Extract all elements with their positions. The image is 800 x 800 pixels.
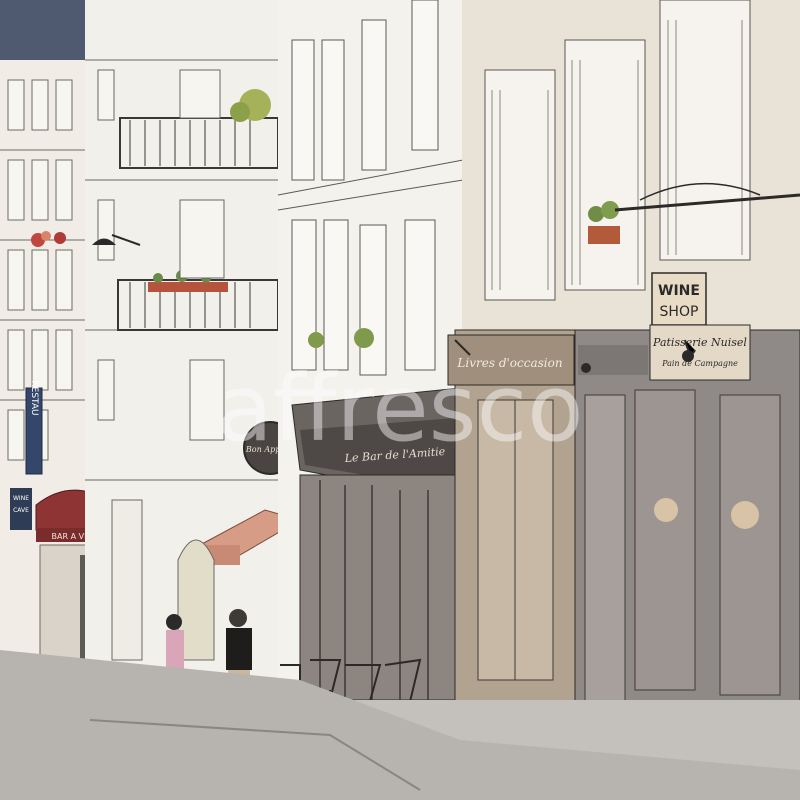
small-wine-sign: WINE — [13, 495, 29, 502]
patisserie-sign: Patisserie Nuisel — [652, 336, 747, 349]
ornate-building: Bon Appetit — [85, 0, 302, 680]
watermark: affresco — [217, 355, 584, 462]
pain-sign: Pain de Campagne — [661, 359, 738, 368]
street-scene-illustration: RESTAU WINE CAVE BAR A VIN Bon Appetit L… — [0, 0, 800, 800]
wine-shop-sign-line1: WINE — [658, 283, 700, 299]
wine-shop-sign-line2: SHOP — [660, 304, 699, 320]
center-building: Le Bar de l'Amitie — [277, 0, 464, 701]
small-cave-sign: CAVE — [13, 507, 29, 514]
restau-sign: RESTAU — [29, 380, 39, 415]
